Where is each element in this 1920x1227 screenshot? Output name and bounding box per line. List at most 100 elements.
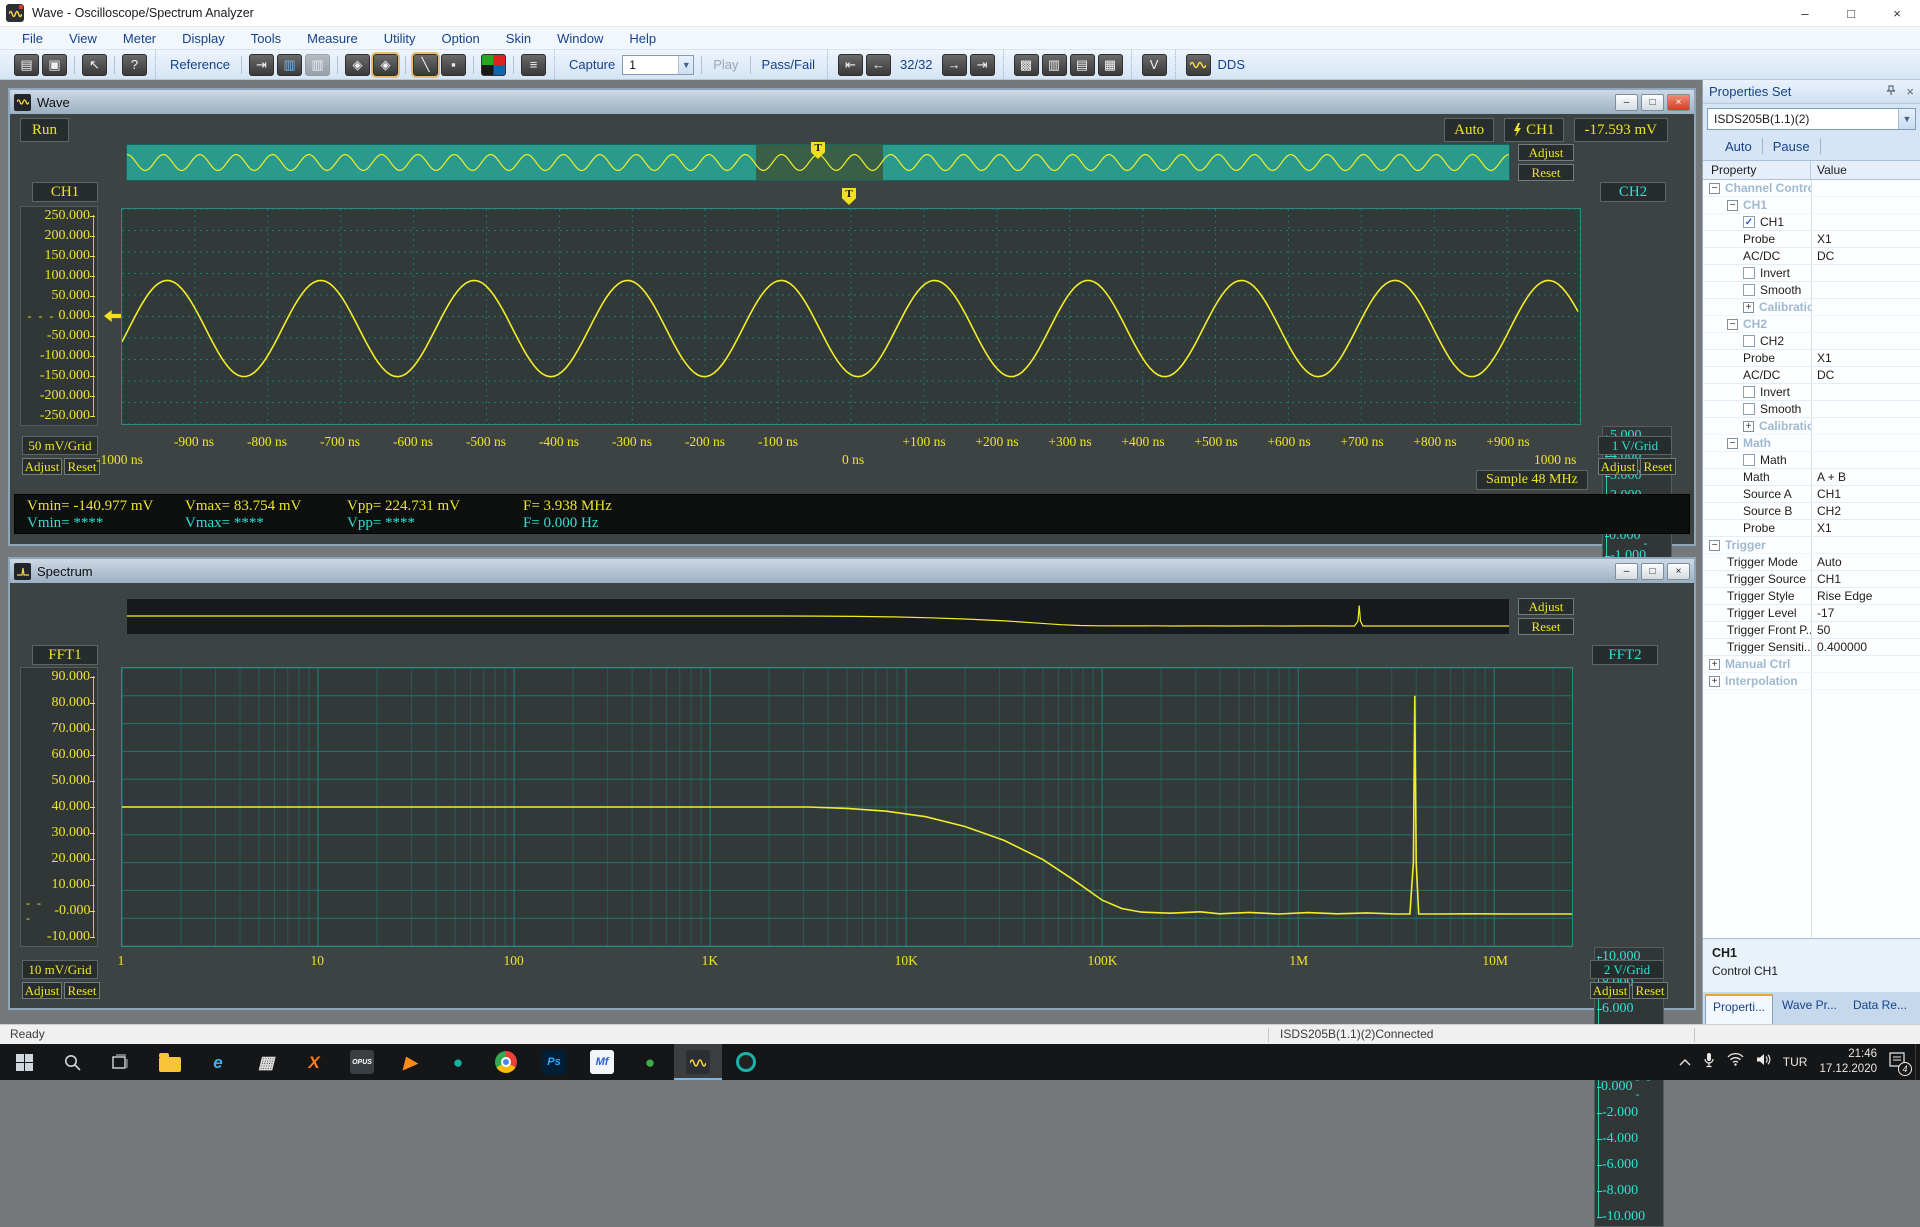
value-cell[interactable]: CH1 (1811, 572, 1841, 586)
property-row-source-b[interactable]: Source B CH2 (1703, 503, 1920, 520)
overview-reset-button[interactable]: Reset (1518, 164, 1574, 181)
pause-acquire-button[interactable]: Pause (1763, 139, 1820, 154)
tab-wave-pr-[interactable]: Wave Pr... (1775, 994, 1844, 1024)
tab-filter[interactable]: Filter (1916, 994, 1920, 1024)
spectrum-minimize-button[interactable]: – (1615, 562, 1638, 580)
dot-draw-mode-button[interactable]: ▪ (440, 53, 466, 76)
tray-expand-icon[interactable] (1679, 1053, 1691, 1071)
spectrum-overview-strip[interactable] (126, 598, 1510, 635)
value-cell[interactable]: 50 (1811, 623, 1830, 637)
cascade-windows-button[interactable]: ▩ (1013, 53, 1039, 76)
trigger-mode-badge[interactable]: Auto (1444, 118, 1495, 142)
property-row-ac-dc[interactable]: AC/DC DC (1703, 367, 1920, 384)
microphone-icon[interactable] (1703, 1052, 1715, 1073)
expand-icon[interactable]: + (1743, 420, 1754, 432)
taskbar-app-app-gray[interactable]: ▦ (242, 1044, 290, 1080)
collapse-icon[interactable]: − (1727, 318, 1738, 330)
menu-window[interactable]: Window (557, 31, 603, 46)
auto-acquire-button[interactable]: Auto (1715, 139, 1762, 154)
trigger-level-marker[interactable] (104, 310, 121, 322)
taskbar-app-file-explorer[interactable] (146, 1044, 194, 1080)
reference-button[interactable]: Reference (166, 57, 234, 72)
value-cell[interactable]: A + B (1811, 470, 1846, 484)
collapse-view-button[interactable]: ⇥ (248, 53, 274, 76)
capture-select[interactable]: 1 ▼ (622, 54, 695, 75)
taskbar-app-app-teal[interactable]: ● (434, 1044, 482, 1080)
property-row-invert[interactable]: Invert (1703, 384, 1920, 401)
property-row-ac-dc[interactable]: AC/DC DC (1703, 248, 1920, 265)
checkbox-unchecked[interactable] (1743, 267, 1755, 279)
property-row-probe[interactable]: Probe X1 (1703, 231, 1920, 248)
value-cell[interactable]: CH1 (1811, 487, 1841, 501)
trigger-position-flag[interactable]: T (842, 188, 856, 205)
taskbar-app-opus[interactable]: OPUS (338, 1044, 386, 1080)
next-frame-button[interactable]: → (941, 53, 967, 76)
menu-display[interactable]: Display (182, 31, 225, 46)
taskbar-app-chrome[interactable] (482, 1044, 530, 1080)
value-cell[interactable]: X1 (1811, 232, 1832, 246)
task-view-button[interactable] (96, 1044, 144, 1080)
property-row-smooth[interactable]: Smooth (1703, 401, 1920, 418)
wave-minimize-button[interactable]: – (1615, 93, 1638, 111)
notification-center-icon[interactable]: 4 (1889, 1052, 1912, 1076)
xy-view-button[interactable]: ◈ (344, 53, 370, 76)
taskbar-app-edge[interactable]: e (194, 1044, 242, 1080)
spectrum-overview-adjust-button[interactable]: Adjust (1518, 598, 1574, 615)
value-cell[interactable]: -17 (1811, 606, 1834, 620)
ch1-axis-header[interactable]: CH1 (32, 182, 98, 202)
fft2-axis-header[interactable]: FFT2 (1592, 645, 1658, 665)
collapse-icon[interactable]: − (1709, 539, 1720, 551)
property-row-probe[interactable]: Probe X1 (1703, 520, 1920, 537)
value-cell[interactable]: CH2 (1811, 504, 1841, 518)
wave-plot[interactable] (121, 208, 1581, 425)
value-cell[interactable]: Auto (1811, 555, 1842, 569)
device-select[interactable]: ISDS205B(1.1)(2) ▼ (1707, 108, 1916, 130)
collapse-icon[interactable]: − (1727, 199, 1738, 211)
tile-vertical-button[interactable]: ▥ (1041, 53, 1067, 76)
value-column-header[interactable]: Value (1811, 163, 1847, 177)
property-row-ch1[interactable]: ✓ CH1 (1703, 214, 1920, 231)
dds-button[interactable] (1185, 53, 1211, 76)
last-frame-button[interactable]: ⇥ (969, 53, 995, 76)
ch1-adjust-button[interactable]: Adjust (22, 458, 62, 475)
close-button[interactable]: × (1874, 0, 1920, 26)
property-row-ch2[interactable]: CH2 (1703, 333, 1920, 350)
fft2-reset-button[interactable]: Reset (1632, 982, 1668, 999)
expand-icon[interactable]: + (1709, 675, 1720, 687)
property-row-trigger-level[interactable]: Trigger Level -17 (1703, 605, 1920, 622)
wave-maximize-button[interactable]: □ (1641, 93, 1664, 111)
property-row-smooth[interactable]: Smooth (1703, 282, 1920, 299)
taskbar-app-media-player[interactable]: ▶ (386, 1044, 434, 1080)
tab-properti-[interactable]: Properti... (1705, 994, 1774, 1024)
start-button[interactable] (0, 1044, 48, 1080)
spectrum-close-button[interactable]: × (1667, 562, 1690, 580)
property-row-interpolation[interactable]: + Interpolation (1703, 673, 1920, 690)
wifi-icon[interactable] (1727, 1053, 1744, 1071)
spectrum-maximize-button[interactable]: □ (1641, 562, 1664, 580)
property-row-trigger-style[interactable]: Trigger Style Rise Edge (1703, 588, 1920, 605)
open-file-button[interactable]: ▤ (14, 53, 39, 76)
arrange-windows-button[interactable]: ▦ (1097, 53, 1123, 76)
pin-icon[interactable] (1886, 84, 1896, 99)
property-row-invert[interactable]: Invert (1703, 265, 1920, 282)
pointer-tool-button[interactable]: ↖ (82, 53, 107, 76)
menu-measure[interactable]: Measure (307, 31, 358, 46)
property-row-trigger-mode[interactable]: Trigger Mode Auto (1703, 554, 1920, 571)
property-row-math[interactable]: Math (1703, 452, 1920, 469)
collapse-icon[interactable]: − (1709, 182, 1720, 194)
value-cell[interactable]: DC (1811, 368, 1834, 382)
maximize-button[interactable]: □ (1828, 0, 1874, 26)
checkbox-unchecked[interactable] (1743, 284, 1755, 296)
show-desktop-button[interactable] (1915, 1044, 1920, 1080)
checkbox-unchecked[interactable] (1743, 335, 1755, 347)
taskbar-app-app-mf[interactable]: Mf (578, 1044, 626, 1080)
search-button[interactable] (48, 1044, 96, 1080)
run-button[interactable]: Run (20, 118, 70, 142)
expand-icon[interactable]: + (1743, 301, 1754, 313)
taskbar-app-app-green[interactable]: ● (626, 1044, 674, 1080)
taskbar-app-photoshop[interactable]: Ps (530, 1044, 578, 1080)
menu-utility[interactable]: Utility (384, 31, 416, 46)
ch2-reset-button[interactable]: Reset (1640, 458, 1676, 475)
save-button[interactable]: ▣ (42, 53, 67, 76)
menu-option[interactable]: Option (441, 31, 479, 46)
